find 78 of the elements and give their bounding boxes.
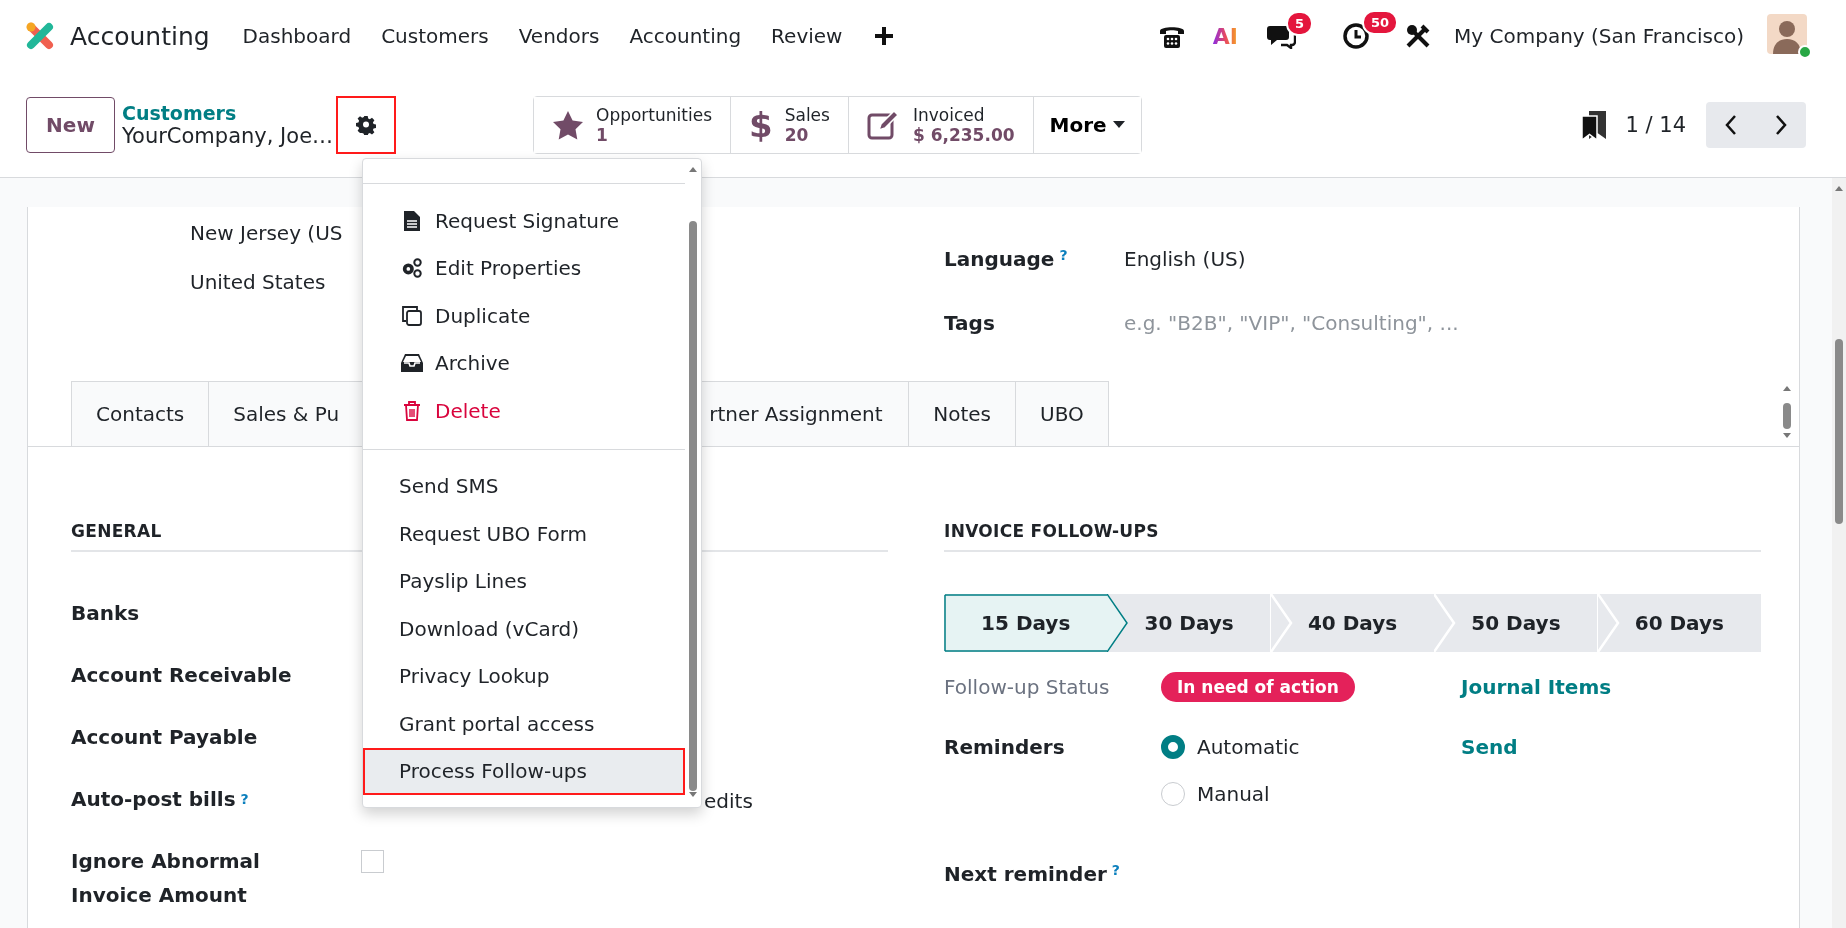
menu-item[interactable]: Dashboard xyxy=(227,14,367,58)
trash-icon xyxy=(403,399,421,422)
notification-badge: 50 xyxy=(1362,10,1399,35)
app-logo-icon[interactable] xyxy=(24,20,56,52)
menu-item[interactable]: Edit Properties xyxy=(363,244,685,292)
help-mark[interactable]: ? xyxy=(1059,247,1068,263)
send-link[interactable]: Send xyxy=(1461,722,1761,772)
breadcrumb-link[interactable]: Customers xyxy=(122,101,336,124)
settings-icon xyxy=(356,114,376,135)
help-mark[interactable]: ? xyxy=(1111,862,1120,878)
inbox-icon xyxy=(401,353,423,374)
page-scrollbar[interactable] xyxy=(1832,178,1846,928)
copy-icon xyxy=(401,304,423,327)
help-mark[interactable]: ? xyxy=(240,791,249,807)
field-value: English (US) xyxy=(1124,247,1246,271)
menu-item[interactable]: Accounting xyxy=(614,14,757,58)
menu-item[interactable]: Customers xyxy=(366,14,504,58)
status-step[interactable]: 40 Days xyxy=(1270,594,1435,652)
tab[interactable]: Notes xyxy=(908,381,1016,446)
radio-button[interactable] xyxy=(1161,735,1185,759)
menu-item[interactable]: Vendors xyxy=(503,14,615,58)
journal-items-link[interactable]: Journal Items xyxy=(1461,675,1761,699)
menu-item[interactable]: Grant portal access xyxy=(363,700,685,748)
status-step[interactable]: 30 Days xyxy=(1107,594,1271,652)
record-name: YourCompany, Joe… xyxy=(122,123,335,148)
section-heading: INVOICE FOLLOW-UPS xyxy=(944,521,1761,552)
menu-item[interactable]: Privacy Lookup xyxy=(363,652,685,700)
menu-item[interactable]: Request Signature xyxy=(363,197,685,245)
field-label: Account Receivable xyxy=(71,663,292,687)
stat-button[interactable]: Opportunities 1 xyxy=(534,96,731,153)
checkbox[interactable] xyxy=(361,850,384,873)
menu-item[interactable]: Duplicate xyxy=(363,292,685,340)
notification-badge: 5 xyxy=(1286,11,1314,36)
status-step[interactable]: 60 Days xyxy=(1597,594,1762,652)
address-line: New Jersey (US xyxy=(190,220,343,247)
gears-icon xyxy=(401,257,423,280)
chat-icon[interactable] xyxy=(1266,23,1297,49)
field-label: Tags xyxy=(944,311,995,335)
radio-label: Automatic xyxy=(1197,735,1300,759)
field-value: edits xyxy=(704,788,753,815)
tab[interactable]: Contacts xyxy=(71,381,210,446)
tab[interactable]: UBO xyxy=(1015,381,1109,446)
field-label: Follow-up Status xyxy=(944,675,1111,699)
menu-item[interactable]: Send SMS xyxy=(363,462,685,510)
scrollbar-thumb[interactable] xyxy=(1835,339,1843,524)
user-avatar[interactable] xyxy=(1766,13,1812,59)
menu-item[interactable]: Download (vCard) xyxy=(363,605,685,653)
app-name: Accounting xyxy=(70,21,210,51)
address-line: United States xyxy=(190,269,326,296)
status-badge: In need of action xyxy=(1161,672,1355,702)
field-label: Language xyxy=(944,247,1055,271)
field-label: Next reminder xyxy=(944,862,1107,886)
field-label: Auto-post bills xyxy=(71,787,236,811)
tab-scrollbar[interactable] xyxy=(1781,384,1793,440)
plus-icon[interactable] xyxy=(873,25,896,47)
bookmark-icon[interactable] xyxy=(1581,109,1608,140)
dollar-icon: $ xyxy=(749,104,773,145)
caret-icon xyxy=(1112,120,1125,129)
radio-label: Manual xyxy=(1197,782,1270,806)
clock-icon[interactable] xyxy=(1342,22,1371,50)
field-label: Banks xyxy=(71,601,140,625)
chevron-right-icon xyxy=(1774,113,1788,136)
new-button[interactable]: New xyxy=(26,96,115,153)
settings-button[interactable] xyxy=(336,95,396,154)
menu-item[interactable]: Payslip Lines xyxy=(363,557,685,605)
menu-item[interactable]: Review xyxy=(756,14,858,58)
status-step[interactable]: 50 Days xyxy=(1434,594,1598,652)
field-label: Reminders xyxy=(944,734,1066,761)
star-icon xyxy=(552,109,584,140)
scroll-up-icon[interactable] xyxy=(1834,184,1844,192)
menu-item[interactable]: Process Follow-ups xyxy=(363,747,685,795)
field-label: Account Payable xyxy=(71,725,258,749)
document-icon xyxy=(403,209,421,232)
pager-value[interactable]: 1 / 14 xyxy=(1625,112,1686,137)
company-switcher[interactable]: My Company (San Francisco) xyxy=(1454,24,1744,48)
chevron-left-icon xyxy=(1724,113,1738,136)
field-label: Ignore Abnormal Invoice Amount xyxy=(71,848,261,909)
scroll-up-icon[interactable] xyxy=(688,165,698,173)
